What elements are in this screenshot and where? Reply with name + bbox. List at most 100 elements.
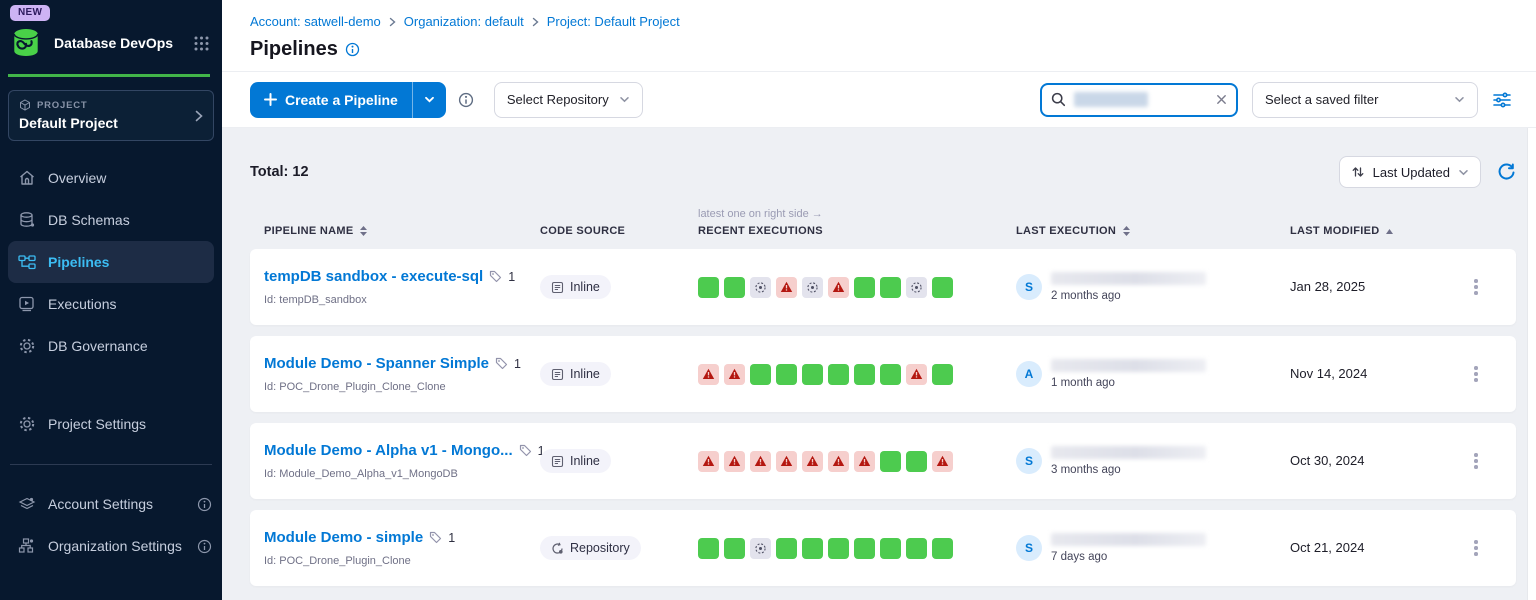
execution-status-success[interactable] bbox=[906, 538, 927, 559]
breadcrumb-project[interactable]: Project: Default Project bbox=[547, 14, 680, 29]
failed-warning-icon bbox=[702, 368, 715, 380]
select-repository-dropdown[interactable]: Select Repository bbox=[494, 82, 643, 118]
execution-status-failed[interactable] bbox=[724, 364, 745, 385]
refresh-icon[interactable] bbox=[1497, 163, 1516, 182]
execution-status-failed[interactable] bbox=[776, 451, 797, 472]
sidebar-item-label: Project Settings bbox=[48, 416, 146, 432]
sidebar-item-account-settings[interactable]: Account Settings bbox=[0, 483, 222, 525]
inline-source-icon bbox=[551, 455, 564, 468]
pipeline-name-link[interactable]: Module Demo - Spanner Simple bbox=[264, 355, 489, 372]
row-options-menu-icon[interactable] bbox=[1468, 447, 1484, 475]
execution-status-success[interactable] bbox=[802, 538, 823, 559]
execution-status-success[interactable] bbox=[724, 538, 745, 559]
row-options-menu-icon[interactable] bbox=[1468, 534, 1484, 562]
execution-status-success[interactable] bbox=[932, 364, 953, 385]
filter-settings-icon[interactable] bbox=[1492, 91, 1512, 109]
pipeline-id: Id: tempDB_sandbox bbox=[264, 294, 540, 306]
search-input[interactable] bbox=[1040, 83, 1238, 117]
page-info-icon[interactable] bbox=[345, 42, 360, 57]
project-selector[interactable]: PROJECT Default Project bbox=[8, 90, 214, 141]
execution-status-aborted[interactable] bbox=[802, 277, 823, 298]
execution-status-success[interactable] bbox=[880, 364, 901, 385]
row-options-menu-icon[interactable] bbox=[1468, 360, 1484, 388]
info-icon[interactable] bbox=[197, 539, 212, 554]
execution-status-success[interactable] bbox=[776, 364, 797, 385]
sidebar-item-label: Organization Settings bbox=[48, 538, 182, 554]
execution-status-success[interactable] bbox=[776, 538, 797, 559]
chevron-right-icon bbox=[389, 17, 396, 27]
execution-status-success[interactable] bbox=[698, 538, 719, 559]
execution-status-success[interactable] bbox=[698, 277, 719, 298]
pipeline-id: Id: POC_Drone_Plugin_Clone bbox=[264, 555, 540, 567]
execution-status-success[interactable] bbox=[854, 277, 875, 298]
execution-status-failed[interactable] bbox=[802, 451, 823, 472]
info-icon[interactable] bbox=[197, 497, 212, 512]
org-hierarchy-gear-icon bbox=[18, 537, 36, 555]
app-switcher-grid-icon[interactable] bbox=[193, 35, 210, 52]
sidebar-item-db-schemas[interactable]: DB Schemas bbox=[0, 199, 222, 241]
execution-status-success[interactable] bbox=[854, 364, 875, 385]
saved-filter-dropdown[interactable]: Select a saved filter bbox=[1252, 82, 1478, 118]
failed-warning-icon bbox=[832, 455, 845, 467]
sidebar-item-db-governance[interactable]: DB Governance bbox=[0, 325, 222, 367]
create-pipeline-dropdown[interactable] bbox=[413, 94, 446, 105]
execution-status-aborted[interactable] bbox=[906, 277, 927, 298]
execution-status-failed[interactable] bbox=[854, 451, 875, 472]
breadcrumb-organization[interactable]: Organization: default bbox=[404, 14, 524, 29]
execution-status-success[interactable] bbox=[854, 538, 875, 559]
execution-status-failed[interactable] bbox=[828, 277, 849, 298]
execution-status-success[interactable] bbox=[828, 364, 849, 385]
executions-play-icon bbox=[18, 295, 36, 313]
execution-status-success[interactable] bbox=[932, 538, 953, 559]
execution-status-failed[interactable] bbox=[698, 451, 719, 472]
sidebar-item-pipelines[interactable]: Pipelines bbox=[8, 241, 214, 283]
pipeline-name-link[interactable]: tempDB sandbox - execute-sql bbox=[264, 268, 483, 285]
brand: Database DevOps bbox=[8, 25, 210, 61]
clear-search-icon[interactable] bbox=[1216, 94, 1227, 105]
sort-dropdown[interactable]: Last Updated bbox=[1339, 156, 1481, 188]
page-title: Pipelines bbox=[250, 38, 338, 61]
execution-status-success[interactable] bbox=[750, 364, 771, 385]
sidebar-nav: Overview DB Schemas Pipelines Executions… bbox=[0, 157, 222, 567]
execution-status-failed[interactable] bbox=[698, 364, 719, 385]
execution-status-failed[interactable] bbox=[776, 277, 797, 298]
sidebar-item-project-settings[interactable]: Project Settings bbox=[0, 403, 222, 445]
sidebar-item-overview[interactable]: Overview bbox=[0, 157, 222, 199]
execution-status-success[interactable] bbox=[932, 277, 953, 298]
row-options-menu-icon[interactable] bbox=[1468, 273, 1484, 301]
pipeline-name-link[interactable]: Module Demo - Alpha v1 - Mongo... bbox=[264, 442, 513, 459]
create-info-icon[interactable] bbox=[458, 92, 474, 108]
scrollbar-track[interactable] bbox=[1527, 128, 1536, 600]
failed-warning-icon bbox=[858, 455, 871, 467]
project-label: PROJECT bbox=[37, 100, 87, 111]
pipeline-rows: tempDB sandbox - execute-sql 1 Id: tempD… bbox=[250, 249, 1516, 586]
execution-status-success[interactable] bbox=[802, 364, 823, 385]
execution-status-failed[interactable] bbox=[724, 451, 745, 472]
sidebar-item-executions[interactable]: Executions bbox=[0, 283, 222, 325]
execution-status-success[interactable] bbox=[828, 538, 849, 559]
execution-status-success[interactable] bbox=[880, 277, 901, 298]
pipeline-name-link[interactable]: Module Demo - simple bbox=[264, 529, 423, 546]
execution-status-success[interactable] bbox=[880, 451, 901, 472]
header-pipeline-name[interactable]: PIPELINE NAME bbox=[264, 225, 540, 237]
database-devops-logo-icon bbox=[8, 25, 44, 61]
execution-status-failed[interactable] bbox=[750, 451, 771, 472]
execution-status-failed[interactable] bbox=[828, 451, 849, 472]
code-source-icon bbox=[551, 542, 564, 555]
sort-label: Last Updated bbox=[1373, 165, 1450, 180]
sidebar-item-organization-settings[interactable]: Organization Settings bbox=[0, 525, 222, 567]
breadcrumb-account[interactable]: Account: satwell-demo bbox=[250, 14, 381, 29]
execution-status-aborted[interactable] bbox=[750, 538, 771, 559]
execution-status-aborted[interactable] bbox=[750, 277, 771, 298]
pipelines-icon bbox=[18, 253, 36, 271]
execution-status-success[interactable] bbox=[724, 277, 745, 298]
sidebar-item-label: Account Settings bbox=[48, 496, 153, 512]
header-last-modified[interactable]: LAST MODIFIED bbox=[1290, 225, 1466, 237]
tag-icon bbox=[519, 444, 532, 457]
create-pipeline-button[interactable]: Create a Pipeline bbox=[250, 82, 446, 118]
execution-status-failed[interactable] bbox=[932, 451, 953, 472]
header-last-execution[interactable]: LAST EXECUTION bbox=[1016, 225, 1290, 237]
execution-status-success[interactable] bbox=[880, 538, 901, 559]
execution-status-failed[interactable] bbox=[906, 364, 927, 385]
execution-status-success[interactable] bbox=[906, 451, 927, 472]
